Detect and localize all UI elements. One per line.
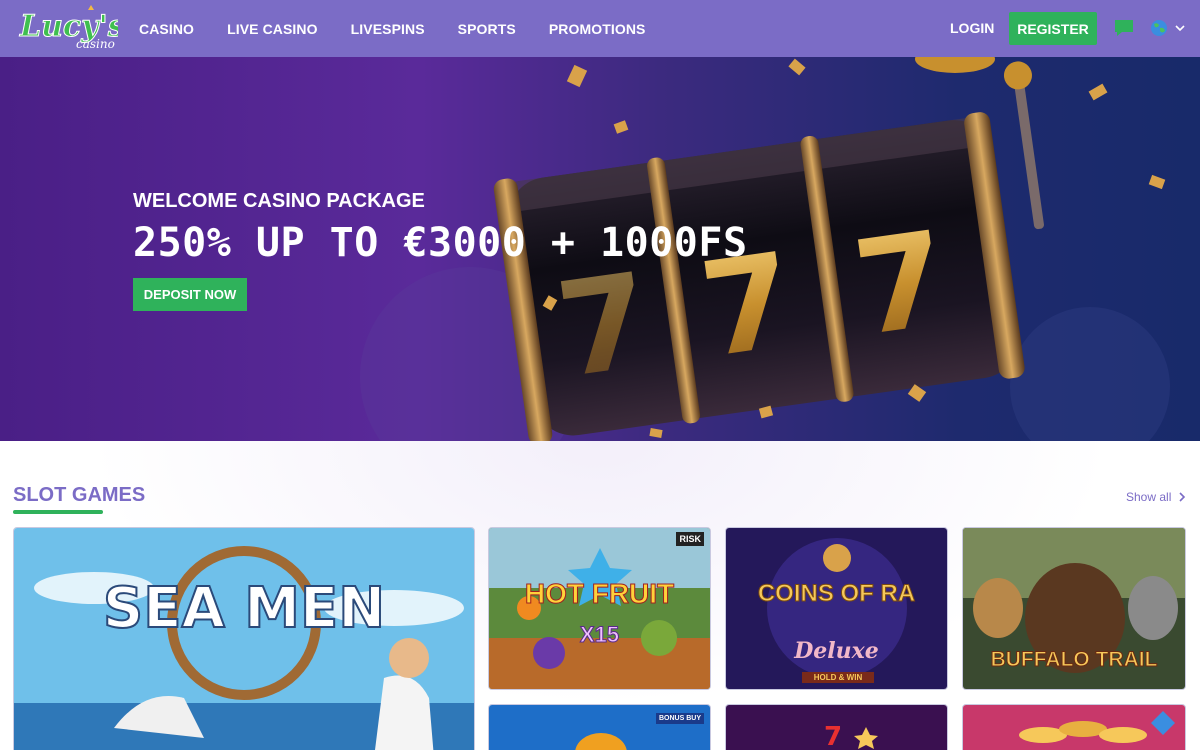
game-tile-sea-men[interactable]: SEA MEN <box>13 527 475 750</box>
hero-banner: 7 7 7 WELCOME CASINO PACKAGE 250% UP TO … <box>0 57 1200 441</box>
chevron-right-icon <box>1179 492 1186 502</box>
promo-headline: 250% UP TO €3000 + 1000FS <box>133 220 748 266</box>
game-title: HOT FRUIT <box>524 578 675 610</box>
slot-games-section: SLOT GAMES Show all SEA MEN HOT FRUIT X1… <box>0 441 1200 750</box>
lucys-casino-logo[interactable]: Lucy's casino <box>18 4 118 52</box>
nav-live-casino[interactable]: LIVE CASINO <box>227 21 318 37</box>
game-thumbnail <box>963 705 1185 750</box>
game-tile-coins[interactable] <box>962 704 1186 750</box>
promo-subtitle: WELCOME CASINO PACKAGE <box>133 190 425 212</box>
hold-and-win-tag: HOLD & WIN <box>802 672 874 683</box>
game-title: SEA MEN <box>102 575 386 642</box>
nav-livespins[interactable]: LIVESPINS <box>351 21 425 37</box>
top-navbar: Lucy's casino CASINO LIVE CASINO LIVESPI… <box>0 0 1200 57</box>
section-underline <box>13 510 103 514</box>
game-tile-hot-fruit[interactable]: HOT FRUIT X15 RISK <box>488 527 711 690</box>
login-link[interactable]: LOGIN <box>950 20 994 36</box>
register-button[interactable]: REGISTER <box>1009 12 1097 45</box>
section-title: SLOT GAMES <box>13 484 146 506</box>
nav-promotions[interactable]: PROMOTIONS <box>549 21 646 37</box>
show-all-label: Show all <box>1126 490 1172 504</box>
chevron-down-icon <box>1175 25 1185 32</box>
nav-casino[interactable]: CASINO <box>139 21 194 37</box>
game-tile-sevens[interactable]: 7 <box>725 704 948 750</box>
game-subtitle: Deluxe <box>794 638 879 664</box>
svg-text:7: 7 <box>824 722 842 750</box>
game-tile-buffalo-trail[interactable]: BUFFALO TRAIL <box>962 527 1186 690</box>
risk-badge: RISK <box>676 532 704 546</box>
nav-sports[interactable]: SPORTS <box>458 21 516 37</box>
game-title: BUFFALO TRAIL <box>990 648 1158 672</box>
game-tile-fish[interactable]: BONUS BUY <box>488 704 711 750</box>
main-nav: CASINO LIVE CASINO LIVESPINS SPORTS PROM… <box>139 0 679 57</box>
game-thumbnail <box>489 705 710 750</box>
svg-text:casino: casino <box>76 37 115 51</box>
chat-icon[interactable] <box>1113 18 1135 38</box>
globe-icon <box>1151 20 1167 36</box>
bonus-buy-badge: BONUS BUY <box>655 713 704 724</box>
game-title: COINS OF RA <box>757 580 916 608</box>
game-tile-coins-of-ra[interactable]: COINS OF RA Deluxe HOLD & WIN <box>725 527 948 690</box>
coins-of-ra-thumbnail <box>726 528 947 689</box>
game-thumbnail: 7 <box>726 705 947 750</box>
language-selector[interactable] <box>1150 18 1186 38</box>
show-all-link[interactable]: Show all <box>1126 490 1186 504</box>
game-subtitle: X15 <box>579 622 620 648</box>
deposit-now-button[interactable]: DEPOSIT NOW <box>133 278 247 311</box>
